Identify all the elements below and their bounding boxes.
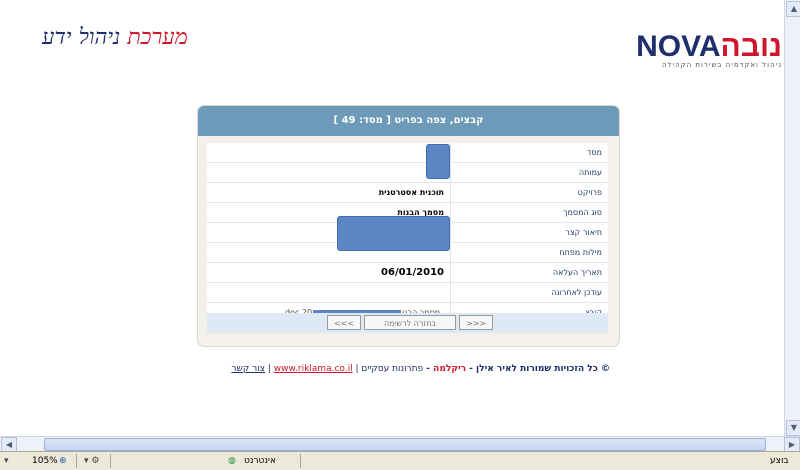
scroll-down-icon[interactable]: ▼ bbox=[786, 420, 800, 436]
scroll-up-icon[interactable]: ▲ bbox=[786, 1, 800, 17]
zoom-level[interactable]: 105% bbox=[32, 454, 58, 468]
row-value bbox=[207, 163, 450, 182]
status-divider bbox=[300, 454, 301, 468]
panel-title: קבצים, צפה בפריט [ מסד: 49 ] bbox=[198, 106, 619, 136]
row-organization: עמותה bbox=[207, 163, 608, 183]
copyright-text: © כל הזכויות שמורות לאיר אילן bbox=[476, 364, 610, 374]
row-label: עודכן לאחרונה bbox=[450, 283, 608, 302]
protected-mode-icon[interactable]: ▾ ⚙ bbox=[84, 454, 99, 468]
browser-page: מערכת ניהול ידע NOVAנובה ניהול ואקדמיה ב… bbox=[0, 0, 784, 436]
row-project: פרויקט תוכנית אסטרטגית bbox=[207, 183, 608, 203]
status-bar: ▾ 105% ⊕ ▾ ⚙ אינטרנט ◍ בוצע bbox=[0, 451, 800, 470]
scroll-right-icon[interactable]: ▶ bbox=[784, 437, 800, 452]
row-last-updated: עודכן לאחרונה bbox=[207, 283, 608, 303]
nova-wordmark: NOVAנובה bbox=[636, 30, 782, 64]
row-label: מילות מפתח bbox=[450, 243, 608, 262]
system-logo-part2: ניהול ידע bbox=[42, 25, 121, 50]
redacted-description bbox=[337, 216, 450, 251]
status-text: בוצע bbox=[770, 456, 789, 466]
contact-link[interactable]: צור קשר bbox=[231, 364, 265, 374]
row-label: תאריך העלאה bbox=[450, 263, 608, 282]
row-label: תיאור קצר bbox=[450, 223, 608, 242]
nova-logo: NOVAנובה ניהול ואקדמיה בשירות הקהילה bbox=[572, 30, 782, 72]
redacted-organization bbox=[426, 144, 450, 179]
zone-label: אינטרנט bbox=[244, 456, 276, 466]
back-to-list-button[interactable]: בחזרה לרשימה bbox=[364, 315, 456, 330]
row-upload-date: תאריך העלאה 06/01/2010 bbox=[207, 263, 608, 283]
previous-button[interactable]: <<< bbox=[327, 315, 361, 330]
footer-dash: - bbox=[466, 364, 477, 374]
row-value: 06/01/2010 bbox=[381, 267, 444, 278]
system-logo-part1: מערכת bbox=[127, 25, 188, 50]
footer-separator: | bbox=[265, 364, 274, 374]
footer: © כל הזכויות שמורות לאיר אילן - ריקלמה -… bbox=[210, 364, 610, 374]
zoom-magnifier-icon[interactable]: ⊕ bbox=[59, 454, 67, 468]
row-value bbox=[207, 283, 450, 302]
zoom-icon[interactable]: ▾ bbox=[4, 454, 14, 468]
website-link[interactable]: www.riklama.co.il bbox=[274, 364, 353, 374]
footer-brand: ריקלמה bbox=[433, 364, 467, 374]
horizontal-scrollbar[interactable]: ◀ ▶ bbox=[0, 436, 800, 452]
row-label: מסד bbox=[450, 143, 608, 162]
nova-logo-hebrew: נובה bbox=[720, 30, 782, 63]
row-label: עמותה bbox=[450, 163, 608, 182]
row-label: סוג המסמך bbox=[450, 203, 608, 222]
globe-icon: ◍ bbox=[228, 456, 236, 466]
status-divider bbox=[110, 454, 111, 468]
footer-tagline: פתרונות עסקיים bbox=[361, 364, 424, 374]
row-value: תוכנית אסטרטגית bbox=[378, 188, 444, 197]
row-label: פרויקט bbox=[450, 183, 608, 202]
row-id: מסד bbox=[207, 143, 608, 163]
item-details-panel: קבצים, צפה בפריט [ מסד: 49 ] מסד עמותה פ… bbox=[197, 105, 620, 347]
nova-logo-latin: NOVA bbox=[636, 30, 721, 63]
row-value bbox=[207, 143, 450, 162]
scroll-left-icon[interactable]: ◀ bbox=[1, 437, 17, 452]
next-button[interactable]: >>> bbox=[459, 315, 493, 330]
system-logo: מערכת ניהול ידע bbox=[42, 24, 188, 50]
nova-tagline: ניהול ואקדמיה בשירות הקהילה bbox=[661, 61, 782, 69]
status-divider bbox=[76, 454, 77, 468]
scrollbar-thumb[interactable] bbox=[44, 438, 766, 451]
footer-dash: - bbox=[423, 364, 434, 374]
navigation-strip: <<< בחזרה לרשימה >>> bbox=[207, 313, 608, 333]
vertical-scrollbar[interactable]: ▲ ▼ bbox=[784, 0, 800, 436]
